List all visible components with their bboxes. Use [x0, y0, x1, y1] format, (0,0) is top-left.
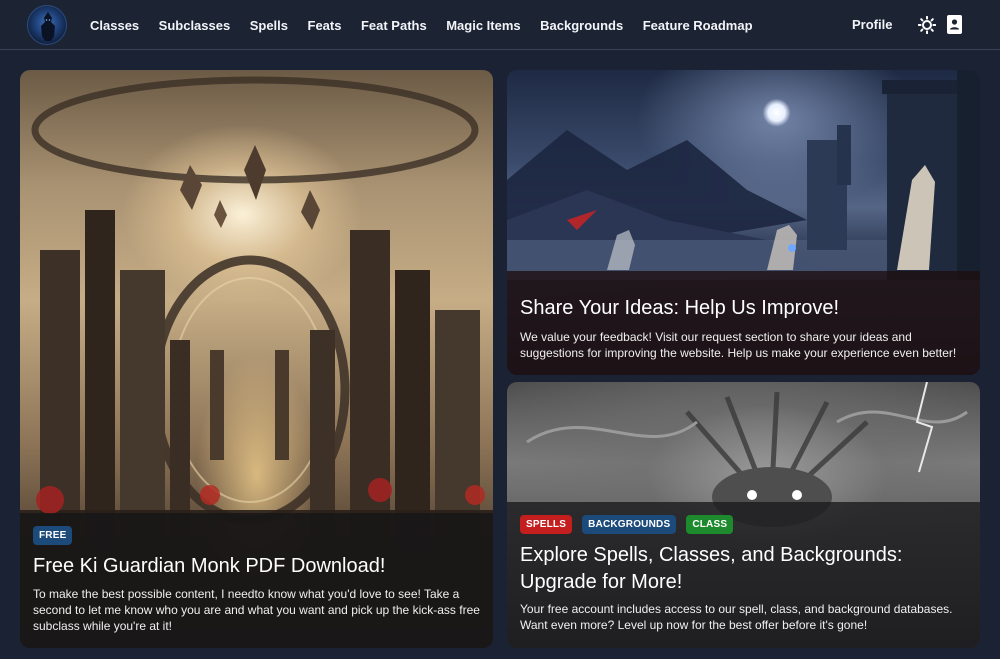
backgrounds-badge: BACKGROUNDS: [582, 515, 677, 534]
monk-download-card[interactable]: FREE Free Ki Guardian Monk PDF Download!…: [20, 70, 493, 648]
spells-badge: SPELLS: [520, 515, 573, 534]
sun-icon[interactable]: [917, 15, 937, 35]
top-navbar: Classes Subclasses Spells Feats Feat Pat…: [0, 0, 1000, 50]
nav-feat-paths[interactable]: Feat Paths: [361, 18, 427, 33]
nav-feature-roadmap[interactable]: Feature Roadmap: [643, 18, 753, 33]
explore-card-badges: SPELLS BACKGROUNDS CLASS: [520, 515, 734, 534]
account-card-icon[interactable]: [947, 15, 962, 34]
nav-spells[interactable]: Spells: [250, 18, 288, 33]
ideas-card-title: Share Your Ideas: Help Us Improve!: [520, 297, 840, 319]
nav-feats[interactable]: Feats: [308, 18, 342, 33]
hooded-warrior-logo[interactable]: [27, 5, 67, 45]
profile-link[interactable]: Profile: [852, 17, 892, 32]
free-badge: FREE: [33, 526, 73, 545]
nav-magic-items[interactable]: Magic Items: [446, 18, 520, 33]
nav-classes[interactable]: Classes: [90, 18, 139, 33]
explore-card-description: Your free account includes access to our…: [520, 602, 953, 632]
nav-backgrounds[interactable]: Backgrounds: [540, 18, 623, 33]
explore-upgrade-card[interactable]: SPELLS BACKGROUNDS CLASS Explore Spells,…: [507, 382, 980, 648]
main-nav: Classes Subclasses Spells Feats Feat Pat…: [90, 0, 772, 50]
class-badge: CLASS: [686, 515, 734, 534]
share-ideas-card[interactable]: Share Your Ideas: Help Us Improve! We va…: [507, 70, 980, 375]
nav-subclasses[interactable]: Subclasses: [159, 18, 231, 33]
ideas-card-description: We value your feedback! Visit our reques…: [520, 330, 957, 360]
monk-card-title: Free Ki Guardian Monk PDF Download!: [33, 555, 386, 577]
explore-card-title: Explore Spells, Classes, and Backgrounds…: [520, 544, 903, 593]
monk-card-badges: FREE: [33, 526, 73, 545]
monk-card-description: To make the best possible content, I nee…: [33, 587, 480, 633]
